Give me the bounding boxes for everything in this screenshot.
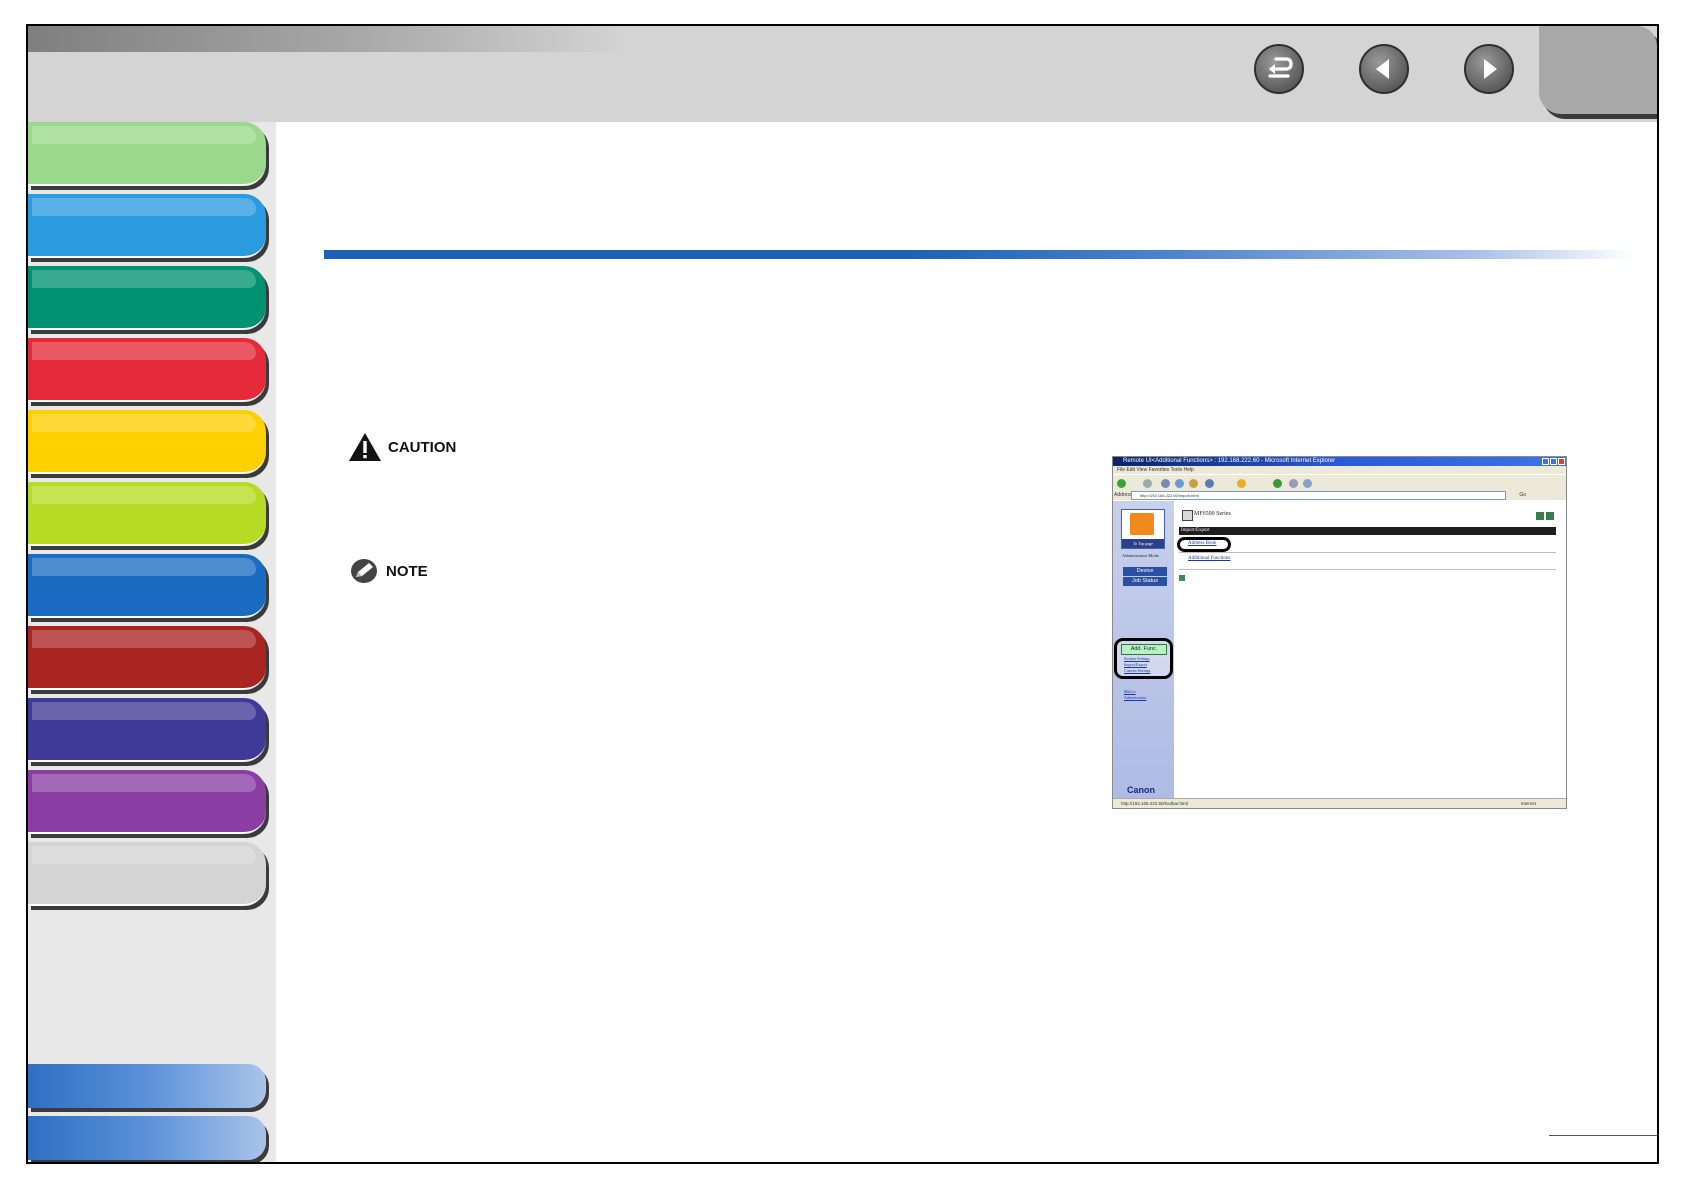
top-page-logo[interactable]: To Top page xyxy=(1121,509,1165,549)
refresh-icon xyxy=(1175,479,1184,488)
chapter-tab-2[interactable] xyxy=(28,194,266,258)
remote-ui-sidebar: To Top page Administrator Mode Device Jo… xyxy=(1113,501,1174,799)
home-icon xyxy=(1189,479,1198,488)
chapter-tab-6[interactable] xyxy=(28,482,266,546)
search-icon xyxy=(1205,479,1214,488)
chapter-tab-9[interactable] xyxy=(28,698,266,762)
help-icon[interactable] xyxy=(1546,512,1554,520)
address-label: Address xyxy=(1114,492,1133,498)
next-page-button[interactable] xyxy=(1464,44,1514,94)
previous-page-button[interactable] xyxy=(1359,44,1409,94)
window-title: Remote UI<Additional Functions> : 192.16… xyxy=(1113,457,1566,466)
link-tool-icon xyxy=(1130,513,1154,535)
series-name: MF6500 Series xyxy=(1194,511,1231,517)
page-corner-tab[interactable] xyxy=(1539,26,1657,114)
browser-toolbar xyxy=(1113,474,1566,491)
page-top-icon[interactable] xyxy=(1179,575,1185,581)
pencil-icon xyxy=(351,559,377,583)
refresh-page-icon[interactable] xyxy=(1536,512,1544,520)
divider xyxy=(1179,552,1556,553)
back-button[interactable] xyxy=(1254,44,1304,94)
mail-to-admin-link[interactable]: Mail to Administrator xyxy=(1124,689,1154,701)
address-field[interactable]: http://192.168.222.60/import.html xyxy=(1131,491,1506,500)
forward-icon xyxy=(1143,479,1152,488)
chapter-tab-8[interactable] xyxy=(28,626,266,690)
system-settings-link[interactable]: System Settings xyxy=(1124,656,1150,661)
header-bar xyxy=(28,26,1657,122)
custom-settings-link[interactable]: Custom Settings xyxy=(1124,668,1150,673)
import-export-link[interactable]: Import/Export xyxy=(1124,662,1147,667)
chapter-tab-3[interactable] xyxy=(28,266,266,330)
chapter-tab-5[interactable] xyxy=(28,410,266,474)
divider xyxy=(1179,569,1556,570)
printer-icon xyxy=(1182,510,1193,521)
maximize-icon xyxy=(1550,458,1557,465)
mail-icon xyxy=(1303,479,1312,488)
caution-label: CAUTION xyxy=(348,432,456,462)
minimize-icon xyxy=(1542,458,1549,465)
job-status-button[interactable]: Job Status xyxy=(1123,577,1167,586)
browser-status-bar: http://192.168.222.60/toolbar.html Inter… xyxy=(1113,798,1566,808)
mode-label: Administrator Mode xyxy=(1122,553,1159,558)
chapter-tab-1[interactable] xyxy=(28,122,266,186)
logo-caption: To Top page xyxy=(1122,539,1164,548)
chapter-tab-10[interactable] xyxy=(28,770,266,834)
note-text: NOTE xyxy=(386,562,428,580)
media-icon xyxy=(1273,479,1282,488)
contents-tab[interactable] xyxy=(28,1064,266,1108)
footer-rule xyxy=(1549,1135,1657,1136)
status-zone: Internet xyxy=(1520,801,1536,806)
triangle-right-icon xyxy=(1484,59,1497,79)
close-icon xyxy=(1558,458,1565,465)
browser-menu: File Edit View Favorites Tools Help xyxy=(1113,466,1566,474)
chapter-sidebar xyxy=(28,122,276,1162)
header-gradient xyxy=(28,26,628,52)
canon-logo: Canon xyxy=(1127,785,1155,795)
warning-triangle-icon xyxy=(349,433,381,461)
additional-functions-link[interactable]: Additional Functions xyxy=(1188,556,1230,561)
triangle-left-icon xyxy=(1376,59,1389,79)
chapter-tab-7[interactable] xyxy=(28,554,266,618)
go-button[interactable]: Go xyxy=(1519,490,1526,500)
chapter-tab-11[interactable] xyxy=(28,842,266,906)
section-header: Import/Export xyxy=(1179,527,1556,535)
remote-ui-main: MF6500 Series Import/Export Address Book… xyxy=(1174,501,1566,799)
address-book-link[interactable]: Address Book xyxy=(1188,541,1216,546)
note-label: NOTE xyxy=(350,558,428,584)
index-tab[interactable] xyxy=(28,1116,266,1160)
favorites-icon xyxy=(1237,479,1246,488)
add-func-button[interactable]: Add. Func. xyxy=(1121,644,1167,655)
back-icon xyxy=(1117,479,1126,488)
title-rule xyxy=(324,250,1634,259)
history-icon xyxy=(1289,479,1298,488)
caution-text: CAUTION xyxy=(388,438,457,456)
device-button[interactable]: Device xyxy=(1123,567,1167,576)
address-bar: Address http://192.168.222.60/import.htm… xyxy=(1113,490,1566,500)
chapter-tab-4[interactable] xyxy=(28,338,266,402)
return-arrow-icon xyxy=(1268,57,1293,78)
stop-icon xyxy=(1161,479,1170,488)
status-url: http://192.168.222.60/toolbar.html xyxy=(1121,801,1189,806)
remote-ui-screenshot: Remote UI<Additional Functions> : 192.16… xyxy=(1112,456,1567,809)
